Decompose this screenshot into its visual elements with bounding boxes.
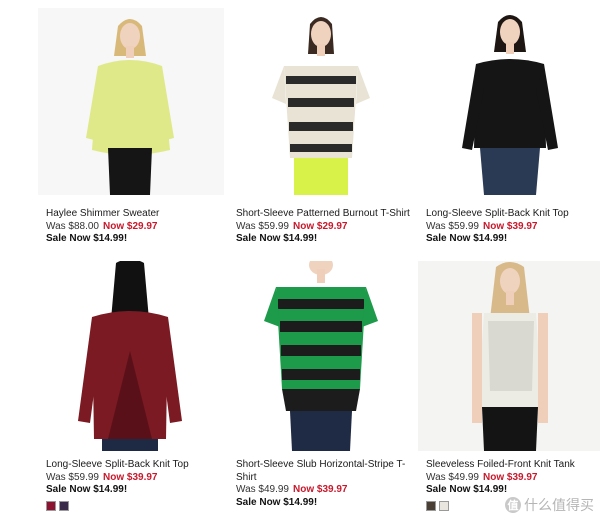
foiled-tank-model-illustration <box>418 261 600 451</box>
was-price: Was $59.99 <box>46 471 99 483</box>
striped-tee-model-illustration <box>228 261 414 451</box>
color-swatch-ivory[interactable] <box>439 500 449 511</box>
product-image[interactable] <box>418 8 600 195</box>
was-price: Was $59.99 <box>236 220 289 232</box>
color-swatch-plum[interactable] <box>59 500 69 511</box>
color-swatch-burgundy[interactable] <box>46 500 56 511</box>
now-price: Now $29.97 <box>293 220 348 232</box>
product-image[interactable] <box>38 8 224 195</box>
product-name[interactable]: Short-Sleeve Patterned Burnout T-Shirt <box>236 208 410 221</box>
was-price: Was $49.99 <box>236 484 289 495</box>
now-price: Now $39.97 <box>483 220 538 232</box>
product-image[interactable] <box>38 261 224 451</box>
sale-price: Sale Now $14.99! <box>236 233 318 244</box>
color-swatch-brown[interactable] <box>426 500 436 511</box>
now-price: Now $39.97 <box>103 471 158 483</box>
patterned-tee-model-illustration <box>228 8 414 195</box>
product-image[interactable] <box>228 261 414 451</box>
product-name[interactable]: Long-Sleeve Split-Back Knit Top <box>426 208 569 221</box>
sale-price: Sale Now $14.99! <box>46 484 128 495</box>
site-watermark: 值 什么值得买 <box>505 495 594 515</box>
watermark-text: 什么值得买 <box>524 497 594 513</box>
color-swatches <box>46 500 189 511</box>
product-name[interactable]: Short-Sleeve Slub Horizontal-Stripe T-Sh… <box>236 459 416 484</box>
product-image[interactable] <box>228 8 414 195</box>
burgundy-knit-top-back-illustration <box>38 261 224 451</box>
watermark-badge-icon: 值 <box>505 497 521 513</box>
now-price: Now $39.97 <box>293 484 348 495</box>
was-price: Was $49.99 <box>426 471 479 483</box>
black-knit-top-model-illustration <box>418 8 600 195</box>
now-price: Now $39.97 <box>483 471 538 483</box>
now-price: Now $29.97 <box>103 220 158 232</box>
was-price: Was $59.99 <box>426 220 479 232</box>
sale-price: Sale Now $14.99! <box>426 233 508 244</box>
was-price: Was $88.00 <box>46 220 99 232</box>
sale-price: Sale Now $14.99! <box>46 233 128 244</box>
product-name[interactable]: Haylee Shimmer Sweater <box>46 208 159 221</box>
product-name[interactable]: Long-Sleeve Split-Back Knit Top <box>46 459 189 472</box>
sweater-model-illustration <box>38 8 224 195</box>
sale-price: Sale Now $14.99! <box>236 496 318 508</box>
product-name[interactable]: Sleeveless Foiled-Front Knit Tank <box>426 459 575 472</box>
product-image[interactable] <box>418 261 600 451</box>
